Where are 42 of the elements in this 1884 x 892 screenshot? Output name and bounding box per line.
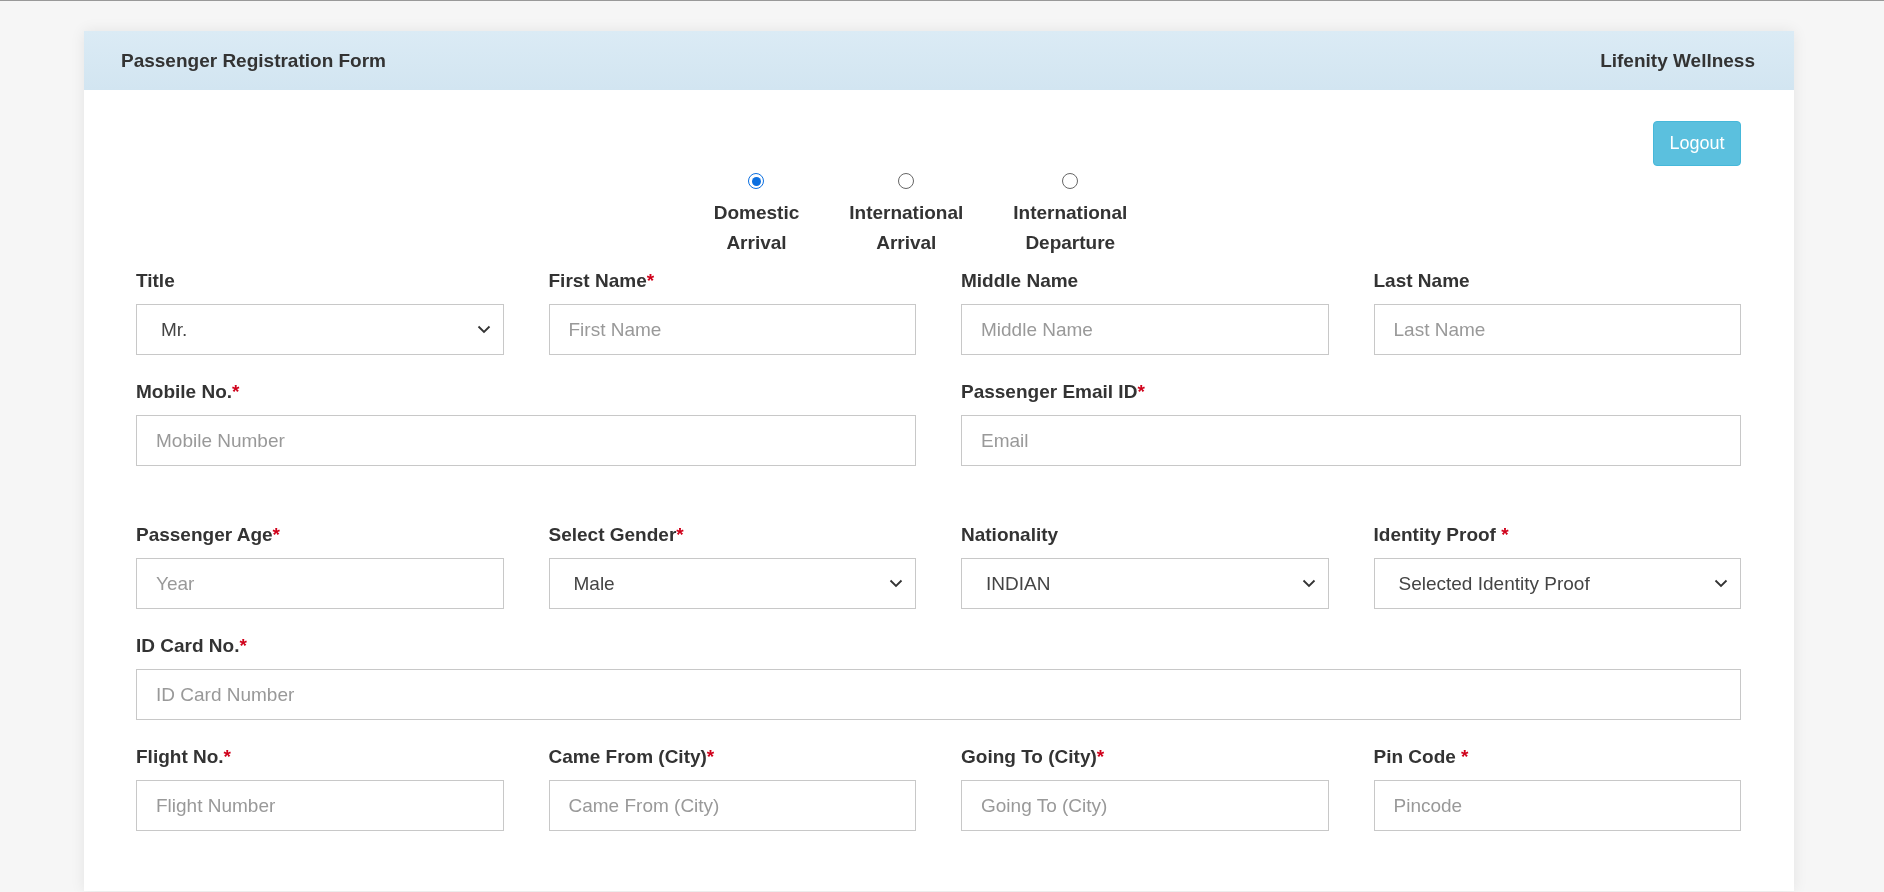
radio-label: International Departure [1013,201,1128,255]
form-title: Passenger Registration Form [121,49,387,72]
field-label: Select Gender* [548,524,685,546]
field-label: Passenger Age* [136,524,281,546]
field-label: First Name* [548,270,656,292]
chevron-down-icon [1714,579,1728,588]
radio-button[interactable] [898,173,915,189]
chevron-down-icon [889,579,903,588]
field-label: Came From (City)* [548,746,716,768]
dropdown[interactable]: Mr. [136,304,504,355]
dropdown[interactable]: Selected Identity Proof [1373,558,1741,609]
field-label: Title [136,270,176,292]
text-field[interactable]: First Name [548,304,916,355]
text-field[interactable]: Last Name [1373,304,1741,355]
text-field[interactable]: Mobile Number [136,415,916,466]
dropdown[interactable]: INDIAN [961,558,1329,609]
chevron-down-icon [476,325,491,334]
text-field[interactable]: Middle Name [961,304,1329,355]
field-label: Pin Code * [1373,746,1470,768]
radio-button[interactable] [748,173,765,189]
field-label: Last Name [1373,270,1471,292]
field-label: Flight No.* [136,746,232,768]
field-label: Going To (City)* [961,746,1106,768]
field-label: ID Card No.* [136,635,248,657]
text-field[interactable]: Came From (City) [548,780,916,831]
text-field[interactable]: ID Card Number [136,669,1741,720]
radio-button[interactable] [1062,173,1079,189]
text-field[interactable]: Email [961,415,1741,466]
radio-label: Domestic Arrival [713,201,800,255]
brand-name: Lifenity Wellness [1600,49,1755,72]
field-label: Middle Name [961,270,1080,292]
text-field[interactable]: Year [136,558,504,609]
text-field[interactable]: Going To (City) [961,780,1329,831]
radio-label: International Arrival [849,201,964,255]
field-label: Identity Proof * [1373,524,1510,546]
field-label: Passenger Email ID* [961,381,1146,403]
field-label: Mobile No.* [136,381,241,403]
chevron-down-icon [1301,579,1316,588]
dropdown[interactable]: Male [548,558,916,609]
field-label: Nationality [961,524,1060,546]
text-field[interactable]: Flight Number [136,780,504,831]
text-field[interactable]: Pincode [1373,780,1741,831]
